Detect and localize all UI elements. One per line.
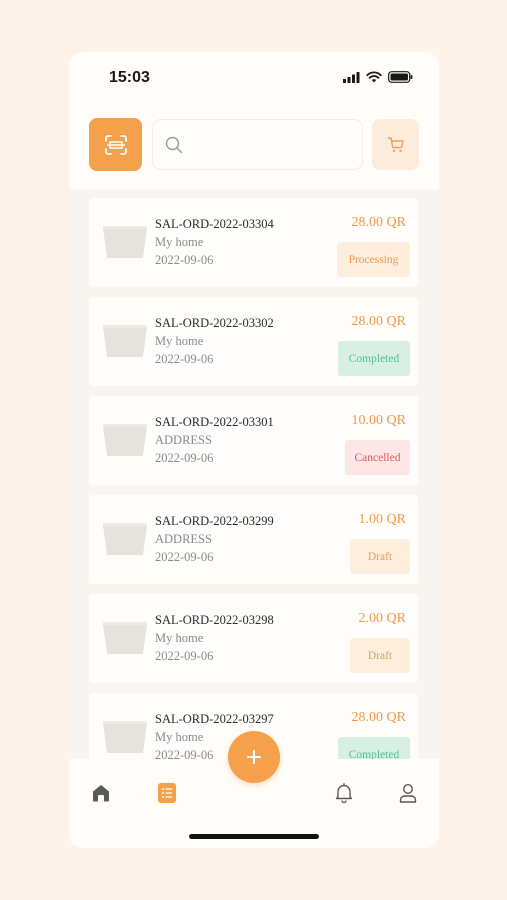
- status-bar: 15:03: [69, 52, 439, 102]
- phone-screen: 15:03 SAL-ORD-2022-03304 My home 2022-09…: [69, 52, 439, 848]
- order-status-badge: Draft: [350, 638, 410, 673]
- order-id: SAL-ORD-2022-03301: [155, 415, 274, 429]
- order-status-badge: Cancelled: [345, 440, 410, 475]
- order-id: SAL-ORD-2022-03298: [155, 613, 274, 627]
- nav-notifications[interactable]: [332, 781, 356, 805]
- order-price: 1.00 QR: [358, 512, 406, 527]
- cart-icon: [387, 136, 404, 152]
- order-thumbnail-icon: [103, 523, 147, 555]
- order-thumbnail-icon: [103, 721, 147, 753]
- order-status-badge: Completed: [338, 341, 410, 376]
- order-id: SAL-ORD-2022-03302: [155, 316, 274, 330]
- nav-profile[interactable]: [396, 781, 420, 805]
- cart-button[interactable]: [372, 119, 419, 170]
- add-order-button[interactable]: [228, 731, 280, 783]
- order-price: 28.00 QR: [351, 314, 406, 329]
- order-date: 2022-09-06: [155, 748, 214, 759]
- battery-icon: [388, 71, 413, 83]
- order-price: 2.00 QR: [358, 611, 406, 626]
- scan-button[interactable]: [89, 118, 142, 171]
- nav-orders[interactable]: [155, 781, 179, 805]
- search-input[interactable]: [191, 136, 351, 153]
- profile-icon: [399, 783, 417, 803]
- orders-list: SAL-ORD-2022-03304 My home 2022-09-06 28…: [69, 189, 439, 759]
- header-bar: [69, 114, 439, 174]
- order-date: 2022-09-06: [155, 649, 214, 663]
- order-thumbnail-icon: [103, 424, 147, 456]
- bell-icon: [335, 783, 353, 803]
- wifi-icon: [366, 71, 382, 83]
- order-thumbnail-icon: [103, 622, 147, 654]
- order-status-badge: Draft: [350, 539, 410, 574]
- orders-icon: [158, 783, 176, 803]
- order-address: My home: [155, 334, 204, 348]
- order-card[interactable]: SAL-ORD-2022-03302 My home 2022-09-06 28…: [89, 297, 418, 386]
- order-card[interactable]: SAL-ORD-2022-03301 ADDRESS 2022-09-06 10…: [89, 396, 418, 485]
- status-icons: [343, 71, 413, 83]
- order-thumbnail-icon: [103, 226, 147, 258]
- home-icon: [93, 785, 109, 802]
- status-time: 15:03: [109, 69, 150, 86]
- order-date: 2022-09-06: [155, 352, 214, 366]
- order-address: My home: [155, 235, 204, 249]
- order-address: My home: [155, 631, 204, 645]
- order-date: 2022-09-06: [155, 550, 214, 564]
- order-card[interactable]: SAL-ORD-2022-03304 My home 2022-09-06 28…: [89, 198, 418, 287]
- home-indicator: [189, 834, 319, 839]
- order-thumbnail-icon: [103, 325, 147, 357]
- order-date: 2022-09-06: [155, 451, 214, 465]
- order-address: ADDRESS: [155, 433, 212, 447]
- order-id: SAL-ORD-2022-03304: [155, 217, 274, 231]
- order-price: 28.00 QR: [351, 215, 406, 230]
- plus-icon: [247, 750, 261, 764]
- order-card[interactable]: SAL-ORD-2022-03298 My home 2022-09-06 2.…: [89, 594, 418, 683]
- search-box[interactable]: [152, 119, 363, 170]
- order-price: 28.00 QR: [351, 710, 406, 725]
- search-icon: [165, 136, 183, 153]
- order-card[interactable]: SAL-ORD-2022-03299 ADDRESS 2022-09-06 1.…: [89, 495, 418, 584]
- signal-icon: [343, 71, 360, 83]
- order-price: 10.00 QR: [351, 413, 406, 428]
- order-date: 2022-09-06: [155, 253, 214, 267]
- order-status-badge: Completed: [338, 737, 410, 759]
- order-id: SAL-ORD-2022-03299: [155, 514, 274, 528]
- nav-home[interactable]: [89, 781, 113, 805]
- order-address: ADDRESS: [155, 532, 212, 546]
- scan-icon: [104, 134, 127, 155]
- order-address: My home: [155, 730, 204, 744]
- order-id: SAL-ORD-2022-03297: [155, 712, 274, 726]
- order-status-badge: Processing: [337, 242, 410, 277]
